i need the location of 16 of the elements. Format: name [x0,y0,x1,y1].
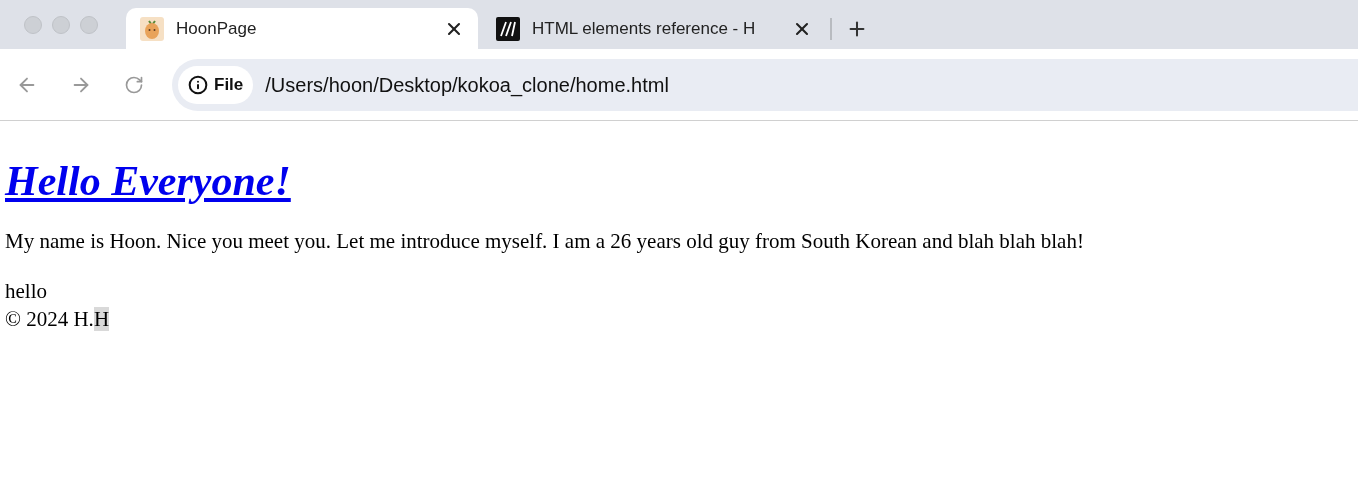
address-bar[interactable]: File /Users/hoon/Desktop/kokoa_clone/home.html [172,58,1358,111]
footer-text: © 2024 H.H [5,306,110,333]
paragraph: My name is Hoon. Nice you meet you. Let me introduce myself. I am a 26 years old guy from South Korean and blah blah blah! [5,228,1085,255]
text-line: hello [5,278,47,305]
browser-tab[interactable]: HoonPage [126,8,478,49]
reload-icon[interactable] [124,74,144,95]
site-info-chip[interactable]: File [178,65,254,104]
heading-link[interactable]: Hello Everyone! [5,158,291,204]
chip-label: File [214,73,244,96]
tab-title: HoonPage [176,17,258,40]
browser-tab[interactable]: HTML elements reference - H [478,8,830,49]
info-icon [188,74,208,95]
tab-title: HTML elements reference - H [532,17,757,40]
mdn-logo-icon [496,16,520,41]
url-text: /Users/hoon/Desktop/kokoa_clone/home.html [265,72,669,99]
fruit-icon [140,16,164,41]
